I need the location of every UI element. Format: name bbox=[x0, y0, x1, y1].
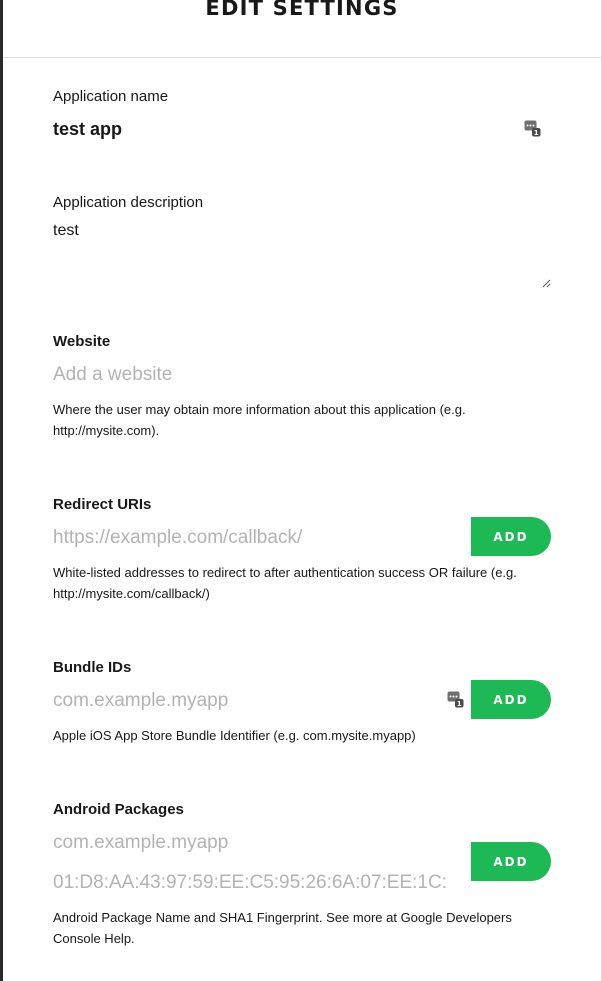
android-package-input[interactable]: com.example.myapp bbox=[53, 832, 228, 854]
redirect-uri-input[interactable]: https://example.com/callback/ bbox=[53, 527, 302, 549]
app-name-input[interactable]: test app bbox=[53, 119, 122, 140]
app-description-textarea[interactable]: test bbox=[53, 222, 79, 240]
app-description-label: Application description bbox=[53, 194, 204, 211]
svg-text:1: 1 bbox=[457, 700, 462, 708]
redirect-uris-label: Redirect URIs bbox=[53, 496, 152, 513]
add-android-package-button[interactable]: ADD bbox=[471, 842, 551, 881]
website-input[interactable]: Add a website bbox=[53, 364, 172, 386]
website-help-text: Where the user may obtain more informati… bbox=[53, 402, 466, 438]
bundle-ids-label: Bundle IDs bbox=[53, 659, 132, 676]
page-title: EDIT SETTINGS bbox=[205, 0, 399, 20]
android-packages-help-text: Android Package Name and SHA1 Fingerprin… bbox=[53, 910, 512, 946]
redirect-uris-help-text: White-listed addresses to redirect to af… bbox=[53, 565, 517, 601]
dialog-header: EDIT SETTINGS bbox=[3, 0, 601, 58]
app-name-label: Application name bbox=[53, 88, 169, 105]
svg-text:1: 1 bbox=[534, 129, 539, 137]
sha1-fingerprint-input[interactable]: 01:D8:AA:43:97:59:EE:C5:95:26:6A:07:EE:1… bbox=[53, 872, 461, 894]
password-manager-icon[interactable]: 1 bbox=[447, 691, 464, 708]
bundle-id-input[interactable]: com.example.myapp bbox=[53, 690, 228, 712]
bundle-ids-help-text: Apple iOS App Store Bundle Identifier (e… bbox=[53, 728, 416, 743]
password-manager-icon[interactable]: 1 bbox=[524, 120, 541, 137]
website-label: Website bbox=[53, 333, 111, 350]
add-redirect-uri-button[interactable]: ADD bbox=[471, 517, 551, 556]
add-bundle-id-button[interactable]: ADD bbox=[471, 680, 551, 719]
resize-handle-icon[interactable] bbox=[541, 278, 551, 288]
android-packages-label: Android Packages bbox=[53, 801, 184, 818]
